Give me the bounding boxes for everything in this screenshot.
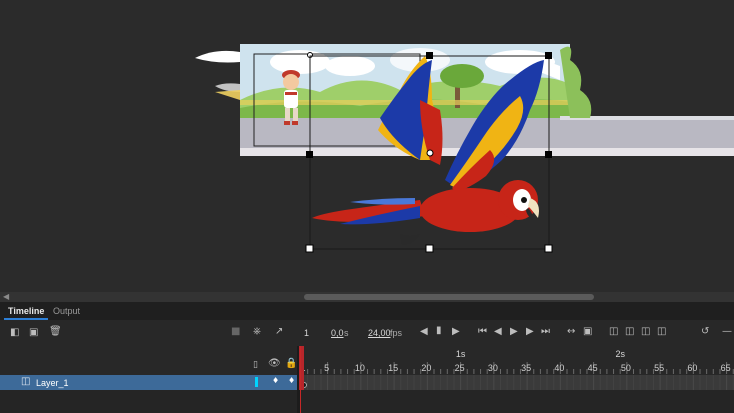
ruler-frame-label: 40 — [554, 363, 564, 373]
layer-parenting-icon[interactable]: ⎈ — [253, 326, 261, 338]
ruler-frame-label: 35 — [521, 363, 531, 373]
lock-all-icon[interactable]: 🔒 — [285, 358, 297, 370]
handle-left-top[interactable] — [306, 151, 313, 158]
stage[interactable] — [0, 0, 734, 292]
ruler-frame-label: 25 — [455, 363, 465, 373]
edit-multiple-frames-icon[interactable]: ◫ — [641, 326, 650, 338]
loop-icon[interactable]: ↔ — [567, 326, 575, 338]
background-scene[interactable] — [195, 44, 734, 156]
new-layer-icon[interactable]: ◧ — [10, 327, 19, 339]
ruler-frame-label: 20 — [421, 363, 431, 373]
layer-type-icon: ◫ — [21, 376, 31, 387]
frame-cells — [300, 375, 734, 390]
scroll-left-icon[interactable]: ◀ — [3, 292, 9, 302]
ruler-frame-label: 5 — [324, 363, 329, 373]
undo-icon[interactable]: ↺ — [701, 326, 709, 338]
handle-right-middle[interactable] — [545, 151, 552, 158]
scrollbar-thumb[interactable] — [304, 294, 594, 300]
timeline-ruler[interactable]: 151015202530354045505560651s2s — [300, 346, 734, 374]
ruler-frame-label: 65 — [721, 363, 731, 373]
transform-point[interactable] — [426, 149, 434, 157]
handle-top-center[interactable] — [426, 52, 433, 59]
stage-canvas — [195, 44, 734, 253]
current-frame-field[interactable]: 1 — [304, 327, 309, 339]
lock-dot[interactable]: ♦ — [288, 375, 295, 387]
ruler-ticks: 151015202530354045505560651s2s — [300, 349, 734, 374]
tab-output[interactable]: Output — [49, 304, 84, 318]
handle-bottom-left[interactable] — [305, 244, 314, 253]
layer-frames[interactable] — [300, 375, 734, 390]
next-keyframe-icon[interactable]: ▶ — [452, 326, 460, 338]
onion-skin-icon[interactable]: ◫ — [609, 326, 618, 338]
ruler-frame-label: 60 — [687, 363, 697, 373]
ruler-second-label: 2s — [615, 349, 625, 359]
handle-bottom-center[interactable] — [425, 244, 434, 253]
onion-skin-outline-icon[interactable]: ◫ — [625, 326, 634, 338]
ruler-frame-label: 15 — [388, 363, 398, 373]
show-hide-all-icon[interactable]: 👁 — [268, 358, 281, 370]
step-back-icon[interactable]: ◀ — [494, 326, 502, 338]
ruler-frame-label: 45 — [588, 363, 598, 373]
visibility-dot[interactable]: ♦ — [272, 375, 279, 387]
ruler-frame-label: 30 — [488, 363, 498, 373]
camera-icon[interactable]: ■ — [231, 326, 240, 338]
delete-layer-icon[interactable]: 🗑 — [49, 326, 62, 338]
fps-field[interactable]: 24,00 — [368, 327, 391, 339]
step-forward-icon[interactable]: ▶ — [526, 326, 534, 338]
ruler-second-label: 1s — [456, 349, 466, 359]
modify-markers-icon[interactable]: ◫ — [657, 326, 666, 338]
playhead-line — [300, 346, 301, 413]
fps-unit-label: fps — [390, 328, 403, 338]
layer-name[interactable]: Layer_1 — [36, 377, 69, 389]
graph-icon[interactable]: ↗ — [275, 326, 283, 338]
ruler-frame-label: 10 — [355, 363, 365, 373]
handle-top-right[interactable] — [545, 52, 552, 59]
play-icon[interactable]: ▶ — [510, 326, 518, 338]
insert-keyframe-icon[interactable]: ▮ — [436, 325, 442, 337]
time-unit-label: s — [344, 328, 349, 338]
previous-keyframe-icon[interactable]: ◀ — [420, 326, 428, 338]
new-folder-icon[interactable]: ▣ — [29, 327, 38, 339]
panel-tab-bar: Timeline Output — [0, 302, 734, 321]
time-field[interactable]: 0,0 — [331, 327, 344, 339]
go-to-last-frame-icon[interactable]: ⏭ — [541, 326, 550, 338]
ruler-frame-label: 55 — [654, 363, 664, 373]
timeline-empty-area[interactable] — [0, 390, 734, 413]
timeline-toolbar: ◧ ▣ 🗑 ■ ⎈ ↗ 1 0,0 s 24,00 fps ◀ ▮ ▶ ⏮ ◀ … — [0, 320, 734, 346]
ruler-frame-label: 50 — [621, 363, 631, 373]
go-to-first-frame-icon[interactable]: ⏮ — [478, 326, 487, 338]
tab-timeline[interactable]: Timeline — [4, 304, 49, 320]
center-frame-icon[interactable]: ▣ — [583, 326, 592, 338]
handle-bottom-right[interactable] — [544, 244, 553, 253]
zoom-icon[interactable]: — — [722, 326, 732, 338]
layer-color-swatch[interactable] — [255, 377, 258, 387]
layer-header: ▯ 👁 🔒 — [0, 346, 300, 374]
stage-horizontal-scrollbar[interactable]: ◀ — [0, 292, 734, 302]
highlight-layers-icon[interactable]: ▯ — [253, 359, 258, 371]
layer-row[interactable]: ◫ Layer_1 ♦ ♦ — [0, 375, 300, 390]
